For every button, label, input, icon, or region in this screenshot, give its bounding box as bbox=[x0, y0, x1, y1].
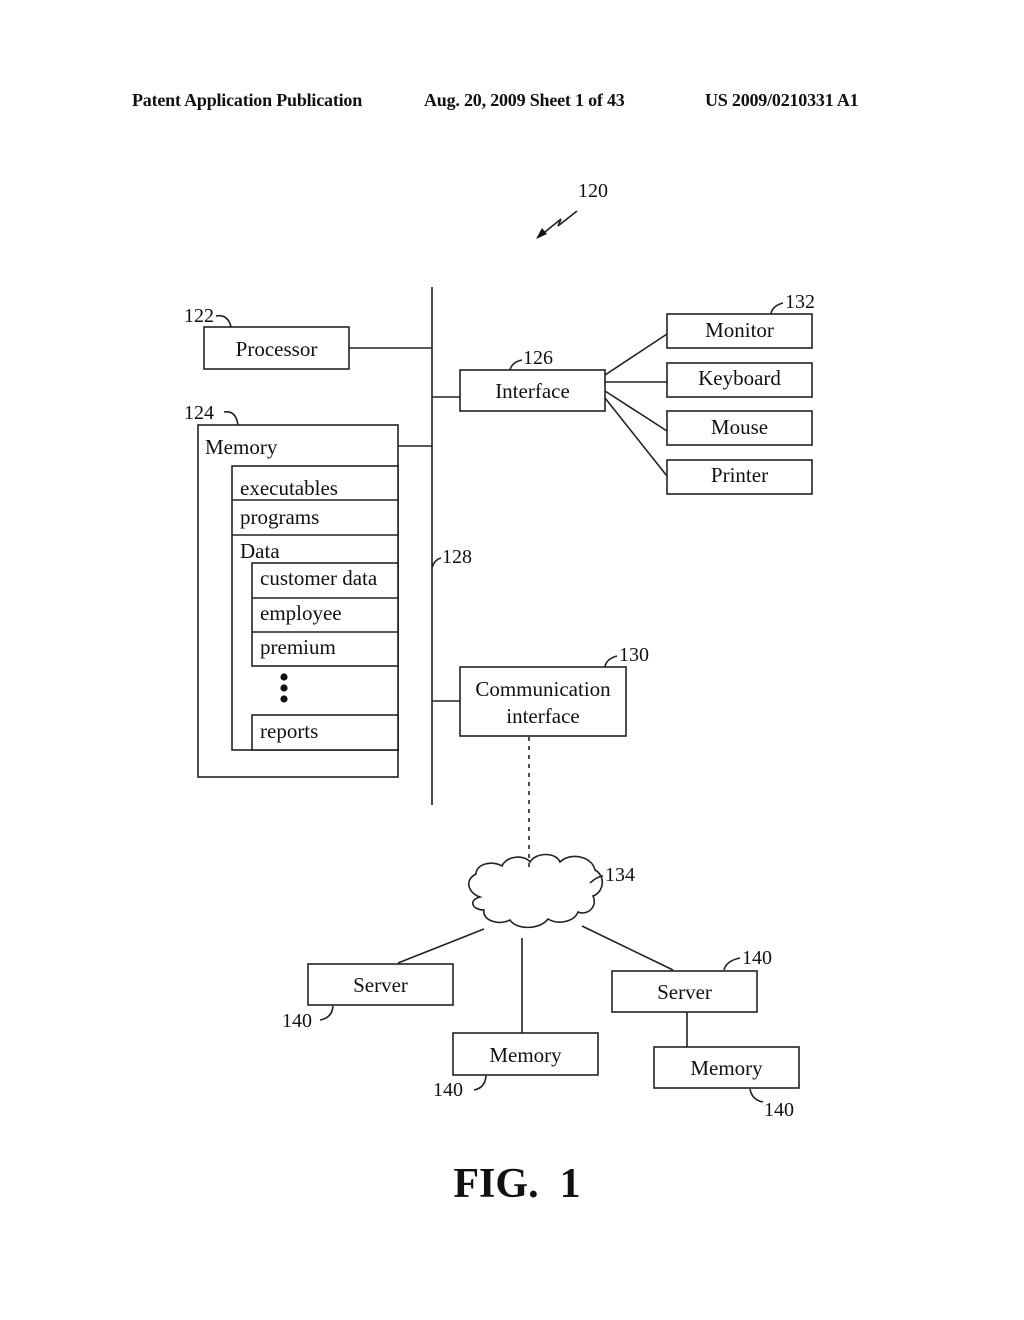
memory-ref: 124 bbox=[184, 402, 214, 424]
data-item: customer data bbox=[260, 566, 378, 590]
memory-item: programs bbox=[240, 505, 319, 529]
memory-mid-block: Memory 140 bbox=[433, 1032, 599, 1101]
bus-leader bbox=[431, 557, 442, 569]
system-diagram: 120 128 122 Processor 124 Memory executa… bbox=[184, 180, 815, 1121]
memory-right-leader bbox=[749, 1088, 764, 1103]
keyboard-label: Keyboard bbox=[698, 366, 781, 390]
peripherals-ref: 132 bbox=[785, 291, 815, 313]
ellipsis-dots-icon bbox=[280, 673, 288, 703]
connector-server-right bbox=[581, 925, 674, 971]
system-reference: 120 bbox=[536, 180, 608, 239]
memory-mid-ref: 140 bbox=[433, 1079, 463, 1101]
memory-label: Memory bbox=[205, 435, 278, 459]
server-left-leader bbox=[319, 1005, 334, 1021]
processor-block: 122 Processor bbox=[184, 305, 432, 370]
memory-block: 124 Memory executables programs Data cus… bbox=[184, 402, 432, 778]
cloud-leader bbox=[589, 875, 604, 884]
data-label: Data bbox=[240, 539, 280, 563]
cloud-ref: 134 bbox=[605, 864, 635, 886]
arrowhead-icon bbox=[536, 228, 547, 239]
data-item: premium bbox=[260, 635, 336, 659]
comm-ref: 130 bbox=[619, 644, 649, 666]
peripherals-leader bbox=[770, 302, 784, 315]
memory-mid-leader bbox=[473, 1075, 487, 1091]
interface-ref: 126 bbox=[523, 347, 553, 369]
comm-label-line1: Communication bbox=[475, 677, 611, 701]
processor-label: Processor bbox=[236, 337, 318, 361]
interface-block: 126 Interface bbox=[432, 333, 668, 477]
memory-right-ref: 140 bbox=[764, 1099, 794, 1121]
memory-leader bbox=[223, 410, 239, 426]
mouse-label: Mouse bbox=[711, 415, 768, 439]
memory-mid-label: Memory bbox=[489, 1043, 562, 1067]
interface-label: Interface bbox=[495, 379, 570, 403]
processor-leader bbox=[215, 314, 232, 328]
data-item-reports: reports bbox=[260, 719, 318, 743]
peripherals: 132 Monitor Keyboard Mouse Printer bbox=[666, 291, 815, 495]
connector-mouse bbox=[604, 390, 668, 432]
cloud-icon bbox=[468, 853, 604, 929]
bus-ref: 128 bbox=[442, 546, 472, 568]
monitor-label: Monitor bbox=[705, 318, 774, 342]
server-right-ref: 140 bbox=[742, 947, 772, 969]
comm-label-line2: interface bbox=[506, 704, 579, 728]
server-right-label: Server bbox=[657, 980, 712, 1004]
data-item: employee bbox=[260, 601, 342, 625]
server-right-leader bbox=[723, 957, 741, 971]
processor-ref: 122 bbox=[184, 305, 214, 327]
connector-server-left bbox=[397, 928, 485, 964]
zigzag-arrow-icon bbox=[539, 210, 578, 237]
memory-right-label: Memory bbox=[690, 1056, 763, 1080]
interface-leader bbox=[509, 359, 523, 371]
figure-label: FIG. 1 bbox=[453, 1161, 581, 1207]
memory-item: executables bbox=[240, 476, 338, 500]
printer-label: Printer bbox=[711, 463, 768, 487]
server-left-ref: 140 bbox=[282, 1010, 312, 1032]
server-left-label: Server bbox=[353, 973, 408, 997]
server-left-block: Server 140 bbox=[282, 963, 454, 1032]
comm-leader bbox=[604, 655, 618, 668]
system-ref-number: 120 bbox=[578, 180, 608, 202]
server-right-block: 140 Server bbox=[611, 947, 772, 1047]
connector-monitor bbox=[604, 333, 668, 376]
memory-right-block: Memory 140 bbox=[653, 1046, 800, 1121]
connector-printer bbox=[604, 397, 668, 477]
comm-interface-block: 130 Communication interface bbox=[432, 644, 649, 872]
